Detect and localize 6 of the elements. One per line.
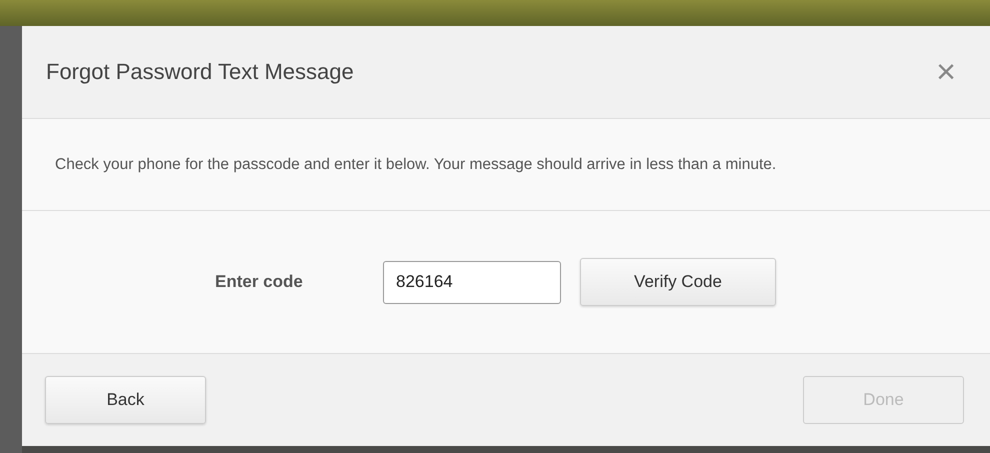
verify-code-button[interactable]: Verify Code xyxy=(580,258,776,306)
field-label: Enter code xyxy=(215,272,304,292)
back-button[interactable]: Back xyxy=(45,376,206,424)
code-input-field[interactable]: 826164 xyxy=(383,260,561,304)
instruction-text: Check your phone for the passcode and enter it below. Your message should arrive in less than a minute. xyxy=(55,156,776,174)
dialog-title: Forgot Password Text Message xyxy=(46,59,354,85)
